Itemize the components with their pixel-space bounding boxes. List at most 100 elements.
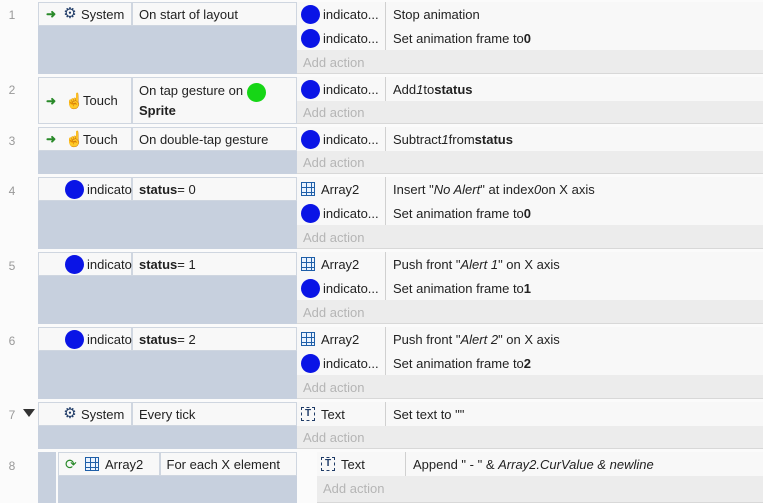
event-block[interactable]: ➜ ⚙ System On start of layout indicato... …: [38, 2, 763, 74]
touch-hand-icon: ☝: [65, 92, 84, 110]
condition-object[interactable]: ⚙ System: [38, 402, 132, 426]
condition-object[interactable]: indicator...: [38, 327, 146, 351]
add-action-link[interactable]: Add action: [303, 230, 364, 245]
trigger-arrow-icon: ➜: [45, 93, 57, 108]
action-object: Text: [341, 456, 365, 472]
action-object: indicato...: [323, 131, 379, 147]
action-row[interactable]: T Text Append " - " & Array2.CurValue & n…: [317, 452, 763, 476]
indicator-icon: [65, 254, 84, 274]
condition-object-label: System: [81, 406, 125, 422]
event-block[interactable]: ⚙ System Every tick T Text Set text to "" …: [38, 402, 763, 449]
action-text: Add 1 to status: [386, 77, 763, 101]
action-zone: T Text Append " - " & Array2.CurValue & n…: [317, 452, 763, 503]
action-text: Subtract 1 from status: [386, 127, 763, 151]
touch-hand-icon: ☝: [65, 131, 84, 148]
action-row[interactable]: indicato... Add 1 to status: [297, 77, 763, 101]
condition-object[interactable]: indicator...: [38, 252, 146, 276]
indicator-icon: [301, 129, 320, 149]
action-row[interactable]: indicato... Set animation frame to 2: [297, 351, 763, 375]
action-object: indicato...: [323, 30, 379, 46]
sprite-icon: [247, 82, 267, 102]
condition-text[interactable]: On double-tap gesture: [132, 127, 297, 151]
event-number: 2: [8, 83, 16, 97]
action-object: Text: [321, 406, 345, 422]
add-action-link[interactable]: Add action: [303, 55, 364, 70]
trigger-arrow-icon: ➜: [45, 132, 57, 146]
collapse-arrow-icon[interactable]: [23, 409, 35, 417]
action-object: indicato...: [323, 6, 379, 22]
action-row[interactable]: indicato... Set animation frame to 0: [297, 201, 763, 225]
event-block[interactable]: ➜ ☝ Touch On tap gesture on Sprite indicato…: [38, 77, 763, 124]
action-row[interactable]: Array2 Insert " No Alert " at index 0 on X…: [297, 177, 763, 201]
add-action-link[interactable]: Add action: [323, 481, 384, 496]
indicator-icon: [301, 28, 320, 48]
condition-object[interactable]: ➜ ☝ Touch: [38, 127, 132, 151]
action-text: Push front " Alert 1 " on X axis: [386, 252, 763, 276]
action-text: Set animation frame to 2: [386, 351, 763, 375]
condition-text[interactable]: status = 0: [132, 177, 297, 201]
condition-text[interactable]: status = 2: [132, 327, 297, 351]
indicator-icon: [301, 79, 320, 99]
add-action-link[interactable]: Add action: [303, 105, 364, 120]
sub-event-indent: [38, 452, 56, 503]
add-action-link[interactable]: Add action: [303, 380, 364, 395]
action-object: indicato...: [323, 81, 379, 97]
event-number: 8: [8, 459, 16, 473]
event-block[interactable]: indicator... status = 0 Array2 Insert " N…: [38, 177, 763, 249]
action-text: Set animation frame to 0: [386, 201, 763, 225]
add-action-link[interactable]: Add action: [303, 305, 364, 320]
array-grid-icon: [301, 257, 315, 271]
indicator-icon: [301, 353, 320, 373]
action-object: Array2: [321, 331, 360, 347]
action-object: Array2: [321, 256, 360, 272]
action-object: Array2: [321, 181, 360, 197]
condition-text[interactable]: On start of layout: [132, 2, 297, 26]
action-row[interactable]: indicato... Set animation frame to 0: [297, 26, 763, 50]
event-block[interactable]: indicator... status = 1 Array2 Push fron…: [38, 252, 763, 324]
action-text: Stop animation: [386, 2, 763, 26]
action-object: indicato...: [323, 280, 379, 296]
action-row[interactable]: Array2 Push front " Alert 1 " on X axis: [297, 252, 763, 276]
action-row[interactable]: indicato... Stop animation: [297, 2, 763, 26]
action-object: indicato...: [323, 355, 379, 371]
action-text: Insert " No Alert " at index 0 on X axis: [386, 177, 763, 201]
action-text: Append " - " & Array2.CurValue & newline: [406, 452, 763, 476]
action-text: Set animation frame to 0: [386, 26, 763, 50]
action-row[interactable]: indicato... Subtract 1 from status: [297, 127, 763, 151]
action-zone: Array2 Push front " Alert 2 " on X axis in…: [297, 327, 763, 399]
condition-text[interactable]: On tap gesture on Sprite: [132, 77, 297, 124]
indicator-icon: [65, 179, 84, 199]
array-grid-icon: [85, 457, 99, 471]
condition-object[interactable]: ➜ ⚙ System: [38, 2, 132, 26]
condition-object-label: Touch: [83, 93, 118, 108]
indicator-icon: [65, 329, 84, 349]
condition-text[interactable]: status = 1: [132, 252, 297, 276]
condition-text[interactable]: For each X element: [159, 452, 297, 476]
action-zone: Array2 Insert " No Alert " at index 0 on X…: [297, 177, 763, 249]
action-row[interactable]: T Text Set text to "": [297, 402, 763, 426]
event-block[interactable]: indicator... status = 2 Array2 Push fron…: [38, 327, 763, 399]
text-object-icon: T: [301, 407, 315, 421]
action-text: Set animation frame to 1: [386, 276, 763, 300]
condition-text[interactable]: Every tick: [132, 402, 297, 426]
indicator-icon: [301, 4, 320, 24]
condition-object-label: System: [81, 6, 125, 22]
event-block[interactable]: ➜ ☝ Touch On double-tap gesture indicato..…: [38, 127, 763, 174]
action-row[interactable]: indicato... Set animation frame to 1: [297, 276, 763, 300]
gear-icon: ⚙: [63, 405, 77, 422]
event-number: 1: [8, 8, 16, 22]
event-sheet: 1 2 3 4 5 6 7 8 ➜ ⚙ System On start of lay…: [0, 0, 763, 503]
indicator-icon: [301, 278, 320, 298]
indicator-icon: [301, 203, 320, 223]
gear-icon: ⚙: [63, 5, 77, 22]
action-text: Push front " Alert 2 " on X axis: [386, 327, 763, 351]
condition-object[interactable]: ➜ ☝ Touch: [38, 77, 132, 124]
action-zone: indicato... Subtract 1 from status Add a…: [297, 127, 763, 174]
add-action-link[interactable]: Add action: [303, 155, 364, 170]
sub-event-block[interactable]: ⟳ Array2 For each X element T Text Append …: [58, 452, 763, 503]
condition-object[interactable]: ⟳ Array2: [58, 452, 160, 476]
add-action-link[interactable]: Add action: [303, 430, 364, 445]
text-object-icon: T: [321, 457, 335, 471]
action-row[interactable]: Array2 Push front " Alert 2 " on X axis: [297, 327, 763, 351]
condition-object[interactable]: indicator...: [38, 177, 146, 201]
